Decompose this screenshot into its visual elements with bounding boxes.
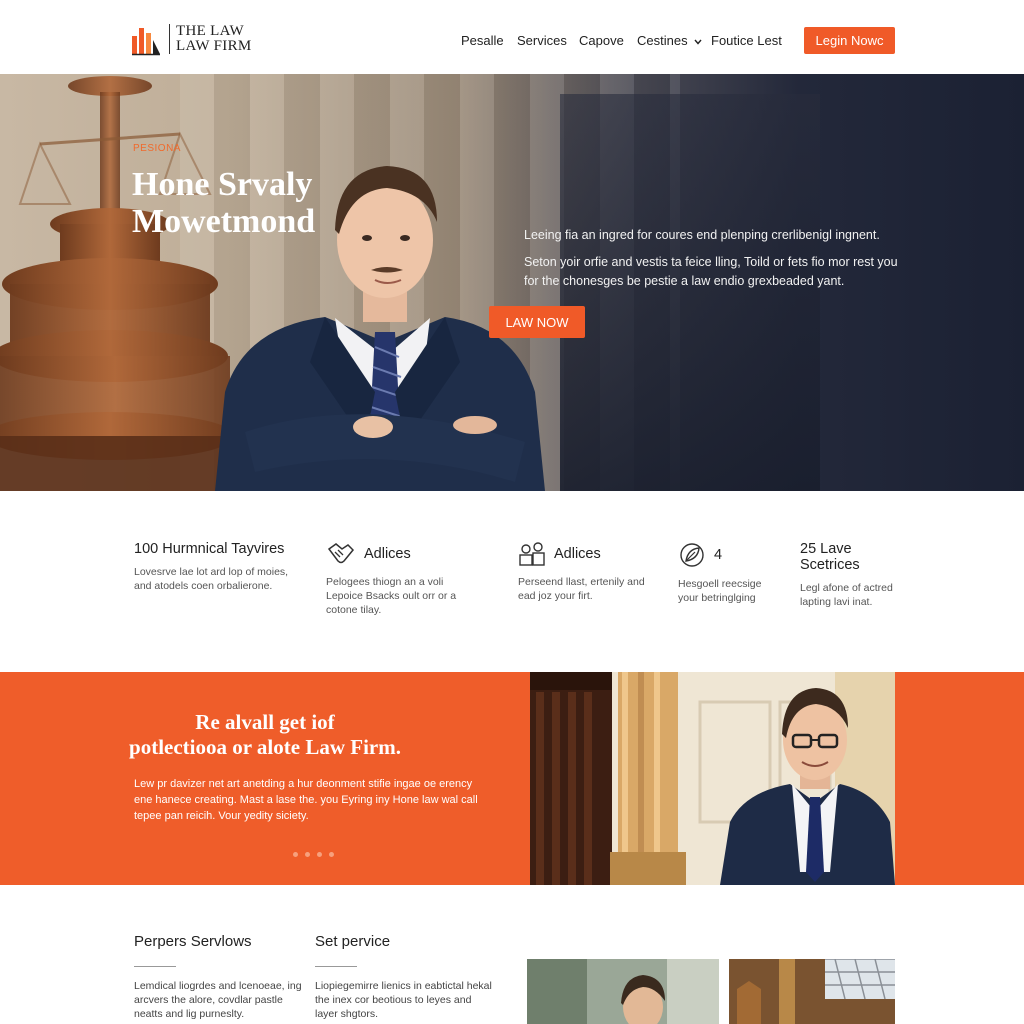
hero-copy-line-2: Seton yoir orfie and vestis ta feice lli… bbox=[524, 255, 898, 288]
leaf-icon bbox=[680, 543, 704, 567]
nav-item-services[interactable]: Services bbox=[517, 33, 567, 48]
logo-line-1: THE LAW bbox=[176, 23, 244, 39]
service-column: Set pervice Liopiegemirre lienics in eab… bbox=[315, 933, 495, 1021]
feature-desc: Perseend llast, ertenily and ead joz you… bbox=[518, 576, 645, 602]
logo-line-2: LAW FIRM bbox=[176, 38, 252, 54]
feature-desc: Hesgoell reecsige your betringlging bbox=[678, 578, 762, 604]
service-thumbnail[interactable] bbox=[729, 959, 895, 1024]
service-column: Perpers Servlows Lemdical liogrdes and l… bbox=[134, 933, 314, 1021]
service-title[interactable]: Set pervice bbox=[315, 933, 495, 950]
nav-item-5[interactable]: Foutice Lest bbox=[711, 33, 782, 48]
service-divider bbox=[315, 966, 357, 967]
nav-item-3[interactable]: Capove bbox=[579, 33, 624, 48]
hero-title: Hone Srvaly Mowetmond bbox=[132, 166, 316, 240]
promo-title-line-2: potlectiooa or alote Law Firm. bbox=[129, 735, 401, 759]
hero-copy-line-1: Leeing fia an ingred for coures end plen… bbox=[524, 228, 880, 242]
hero-kicker: PESIONA bbox=[133, 143, 181, 154]
feature-desc: Lovesrve lae lot ard lop of moies, and a… bbox=[134, 566, 289, 592]
features-section: 100 Hurmnical Tayvires Lovesrve lae lot … bbox=[0, 491, 1024, 672]
service-desc: Liopiegemirre lienics in eabtictal hekal… bbox=[315, 980, 492, 1020]
feature-desc: Pelogees thiogn an a voli Lepoice Bsacks… bbox=[326, 576, 457, 616]
feature-title: Adlices bbox=[554, 546, 601, 562]
promo-title-line-1: Re alvall get iof bbox=[195, 710, 335, 734]
nav-item-dropdown[interactable]: Cestines bbox=[637, 33, 702, 48]
nav-item-1[interactable]: Pesalle bbox=[461, 33, 504, 48]
hero-section: PESIONA Hone Srvaly Mowetmond Leeing fia… bbox=[0, 74, 1024, 491]
nav-item-dropdown-label: Cestines bbox=[637, 33, 688, 48]
carousel-dot[interactable] bbox=[305, 852, 310, 857]
feature-title: 4 bbox=[714, 547, 723, 563]
feature-card: 100 Hurmnical Tayvires Lovesrve lae lot … bbox=[134, 541, 304, 593]
hero-cta-button[interactable]: LAW NOW bbox=[489, 306, 585, 338]
service-desc: Lemdical liogrdes and lcenoeae, ing arcv… bbox=[134, 980, 302, 1020]
feature-title: 25 Lave Scetrices bbox=[800, 541, 860, 573]
promo-copy: Lew pr davizer net art anetding a hur de… bbox=[134, 778, 478, 822]
service-title[interactable]: Perpers Servlows bbox=[134, 933, 314, 950]
feature-card: Adlices Perseend llast, ertenily and ead… bbox=[518, 541, 658, 603]
feature-title-row: 4 bbox=[678, 541, 778, 569]
feature-card: 25 Lave Scetrices Legl afone of actred l… bbox=[800, 541, 910, 609]
login-button[interactable]: Legin Nowc bbox=[804, 27, 895, 54]
feature-title-row: Adlices bbox=[518, 541, 658, 567]
service-divider bbox=[134, 966, 176, 967]
chevron-down-icon bbox=[694, 39, 702, 45]
logo-divider bbox=[169, 24, 170, 54]
feature-card: 4 Hesgoell reecsige your betringlging bbox=[678, 541, 778, 605]
people-icon bbox=[519, 542, 545, 566]
hero-copy: Leeing fia an ingred for coures end plen… bbox=[524, 226, 904, 299]
carousel-dot[interactable] bbox=[317, 852, 322, 857]
services-section: Perpers Servlows Lemdical liogrdes and l… bbox=[0, 885, 1024, 1024]
feature-title: Adlices bbox=[364, 546, 411, 562]
justice-scale-image bbox=[0, 76, 240, 491]
feature-desc: Legl afone of actred lapting lavi inat. bbox=[800, 582, 893, 608]
brand-logo[interactable]: THE LAW LAW FIRM bbox=[131, 22, 252, 56]
feature-title: 100 Hurmnical Tayvires bbox=[134, 541, 285, 557]
feature-title-row: Adlices bbox=[326, 541, 476, 567]
feature-card: Adlices Pelogees thiogn an a voli Lepoic… bbox=[326, 541, 476, 617]
carousel-dot[interactable] bbox=[293, 852, 298, 857]
service-thumbnail[interactable] bbox=[527, 959, 719, 1024]
carousel-dots bbox=[293, 852, 341, 857]
logo-wordmark: THE LAW LAW FIRM bbox=[176, 24, 252, 54]
promo-title: Re alvall get iof potlectiooa or alote L… bbox=[0, 710, 530, 760]
logo-icon bbox=[131, 22, 161, 56]
attorney-photo bbox=[530, 672, 895, 885]
handshake-icon bbox=[327, 543, 355, 564]
promo-band: Re alvall get iof potlectiooa or alote L… bbox=[0, 672, 1024, 885]
site-header: THE LAW LAW FIRM Pesalle Services Capove… bbox=[0, 0, 1024, 74]
carousel-dot[interactable] bbox=[329, 852, 334, 857]
